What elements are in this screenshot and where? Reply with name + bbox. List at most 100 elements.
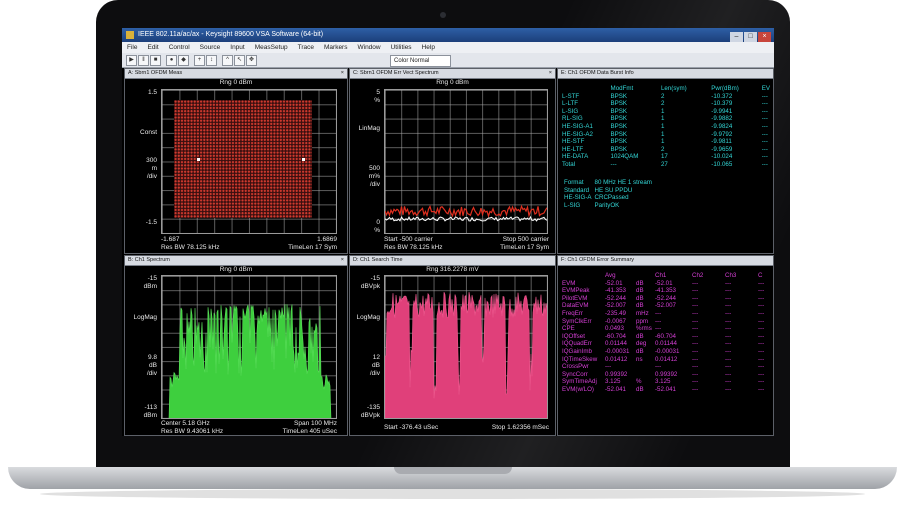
close-button[interactable]: ×: [758, 32, 771, 42]
panel-a-y-div: 300: [146, 157, 157, 164]
panel-d-title: D: Ch1 Search Time: [353, 257, 403, 263]
menu-utilities[interactable]: Utilities: [386, 42, 417, 53]
table-cell: ---: [692, 302, 699, 310]
close-icon[interactable]: ×: [341, 69, 344, 78]
table-cell: ---: [605, 363, 612, 371]
table-cell: 0.99392: [605, 370, 628, 378]
menu-edit[interactable]: Edit: [142, 42, 163, 53]
panel-c-err-vect-spectrum: C: Sbrn1 OFDM Err Vect Spectrum × Rng 0 d…: [349, 68, 556, 254]
table-cell: -10.065: [711, 160, 733, 168]
close-icon[interactable]: ×: [549, 69, 552, 78]
panel-a-title: A: Sbrn1 OFDM Meas: [128, 70, 183, 76]
pause-icon[interactable]: ‖: [138, 55, 149, 66]
table-cell: -9.9659: [711, 145, 733, 153]
panel-c-y-top-unit: %: [374, 97, 380, 104]
spectrum-plot[interactable]: [161, 275, 337, 419]
panel-d-start: Start -376.43 uSec: [384, 424, 439, 431]
panel-a-ref: Rng 0 dBm: [219, 79, 253, 86]
record-icon[interactable]: ●: [166, 55, 177, 66]
panel-f-error-summary: F: Ch1 OFDM Error Summary Avg Ch1 Ch2 Ch…: [557, 255, 774, 436]
menu-markers[interactable]: Markers: [319, 42, 352, 53]
spectrum-trace-green: [168, 304, 332, 418]
marker-icon[interactable]: ◆: [178, 55, 189, 66]
table-row: DataEVM -52.007 dB -52.007 --- --- ---: [562, 302, 767, 310]
table-cell: 3.125: [655, 378, 671, 386]
peak-icon[interactable]: ^: [222, 55, 233, 66]
table-cell: EVM(w/LO): [562, 385, 594, 393]
table-cell: ---: [761, 122, 768, 130]
table-cell: ---: [692, 309, 699, 317]
table-cell: CRCPassed: [594, 194, 629, 202]
panel-d-y-top: -15: [370, 275, 380, 282]
table-row: L-STF BPSK 2 -10.372 ---: [562, 93, 773, 101]
table-cell: dB: [636, 332, 644, 340]
panel-a-y-perdiv: /div: [146, 173, 157, 180]
constellation-plot[interactable]: [161, 89, 337, 234]
err-vect-plot[interactable]: [384, 89, 548, 234]
table-cell: ---: [761, 160, 768, 168]
menu-input[interactable]: Input: [225, 42, 249, 53]
header-blank: [562, 272, 605, 280]
table-cell: -52.244: [605, 294, 626, 302]
autoscale-icon[interactable]: ↕: [206, 55, 217, 66]
table-cell: ---: [725, 370, 732, 378]
menu-window[interactable]: Window: [352, 42, 385, 53]
panel-c-y-bottom: 0: [376, 219, 380, 226]
panel-c-y-perdiv: /div: [369, 181, 380, 188]
tab-panel-e[interactable]: E: Ch1 OFDM Data Burst Info: [558, 69, 773, 79]
table-cell: ---: [761, 100, 768, 108]
minimize-button[interactable]: –: [730, 32, 743, 42]
menu-trace[interactable]: Trace: [293, 42, 319, 53]
menu-meassetup[interactable]: MeasSetup: [250, 42, 293, 53]
table-cell: -10.379: [711, 100, 733, 108]
zoom-icon[interactable]: +: [194, 55, 205, 66]
stop-icon[interactable]: ■: [150, 55, 161, 66]
table-cell: CrossPwr: [562, 363, 589, 371]
cursor-icon[interactable]: ↖: [234, 55, 245, 66]
table-cell: SymClkErr: [562, 317, 592, 325]
table-cell: ---: [692, 325, 699, 333]
menu-file[interactable]: File: [122, 42, 142, 53]
tab-panel-f[interactable]: F: Ch1 OFDM Error Summary: [558, 256, 773, 266]
table-cell: ---: [692, 363, 699, 371]
menu-help[interactable]: Help: [417, 42, 440, 53]
play-icon[interactable]: ▶: [126, 55, 137, 66]
table-cell: ---: [725, 385, 732, 393]
table-cell: HE-SIG-A: [564, 194, 592, 202]
table-cell: ---: [655, 325, 662, 333]
window-title: IEEE 802.11a/ac/ax - Keysight 89600 VSA …: [138, 31, 324, 38]
app-icon: [126, 31, 134, 39]
table-row: L-LTF BPSK 2 -10.379 ---: [562, 100, 773, 108]
tab-panel-b[interactable]: B: Ch1 Spectrum ×: [125, 256, 347, 266]
header-len: Len(sym): [660, 85, 687, 92]
tab-panel-c[interactable]: C: Sbrn1 OFDM Err Vect Spectrum ×: [350, 69, 555, 79]
table-cell: -0.0067: [605, 317, 626, 325]
search-time-plot[interactable]: [384, 275, 548, 419]
menu-control[interactable]: Control: [164, 42, 195, 53]
laptop-shadow: [40, 489, 865, 499]
header-ch2: Ch2: [692, 272, 704, 279]
header-ev: EV: [761, 85, 770, 92]
maximize-button[interactable]: □: [744, 32, 757, 42]
table-cell: 0.01412: [655, 355, 678, 363]
table-cell: ---: [758, 294, 765, 302]
table-row: Total --- 27 -10.065 ---: [562, 161, 773, 169]
menu-bar: File Edit Control Source Input MeasSetup Trace…: [122, 42, 774, 53]
panel-b-y-perdiv: /div: [146, 370, 157, 377]
panel-c-timelen: TimeLen 17 Sym: [500, 244, 549, 251]
table-cell: BPSK: [610, 145, 628, 153]
table-cell: dB: [636, 279, 644, 287]
panel-d-y-scale: LogMag: [356, 314, 381, 321]
table-cell: ns: [636, 355, 643, 363]
tab-panel-d[interactable]: D: Ch1 Search Time: [350, 256, 555, 266]
tab-panel-a[interactable]: A: Sbrn1 OFDM Meas ×: [125, 69, 347, 79]
table-cell: Format: [564, 179, 584, 186]
menu-source[interactable]: Source: [195, 42, 226, 53]
error-summary-table: Avg Ch1 Ch2 Ch3 C EVM -52.01 dB -52.01 --- --…: [562, 272, 767, 394]
close-icon[interactable]: ×: [341, 256, 344, 265]
table-cell: ---: [725, 332, 732, 340]
table-cell: 2: [660, 92, 665, 100]
table-cell: dB: [636, 294, 644, 302]
pan-icon[interactable]: ✥: [246, 55, 257, 66]
color-mode-select[interactable]: Color Normal: [390, 55, 451, 67]
